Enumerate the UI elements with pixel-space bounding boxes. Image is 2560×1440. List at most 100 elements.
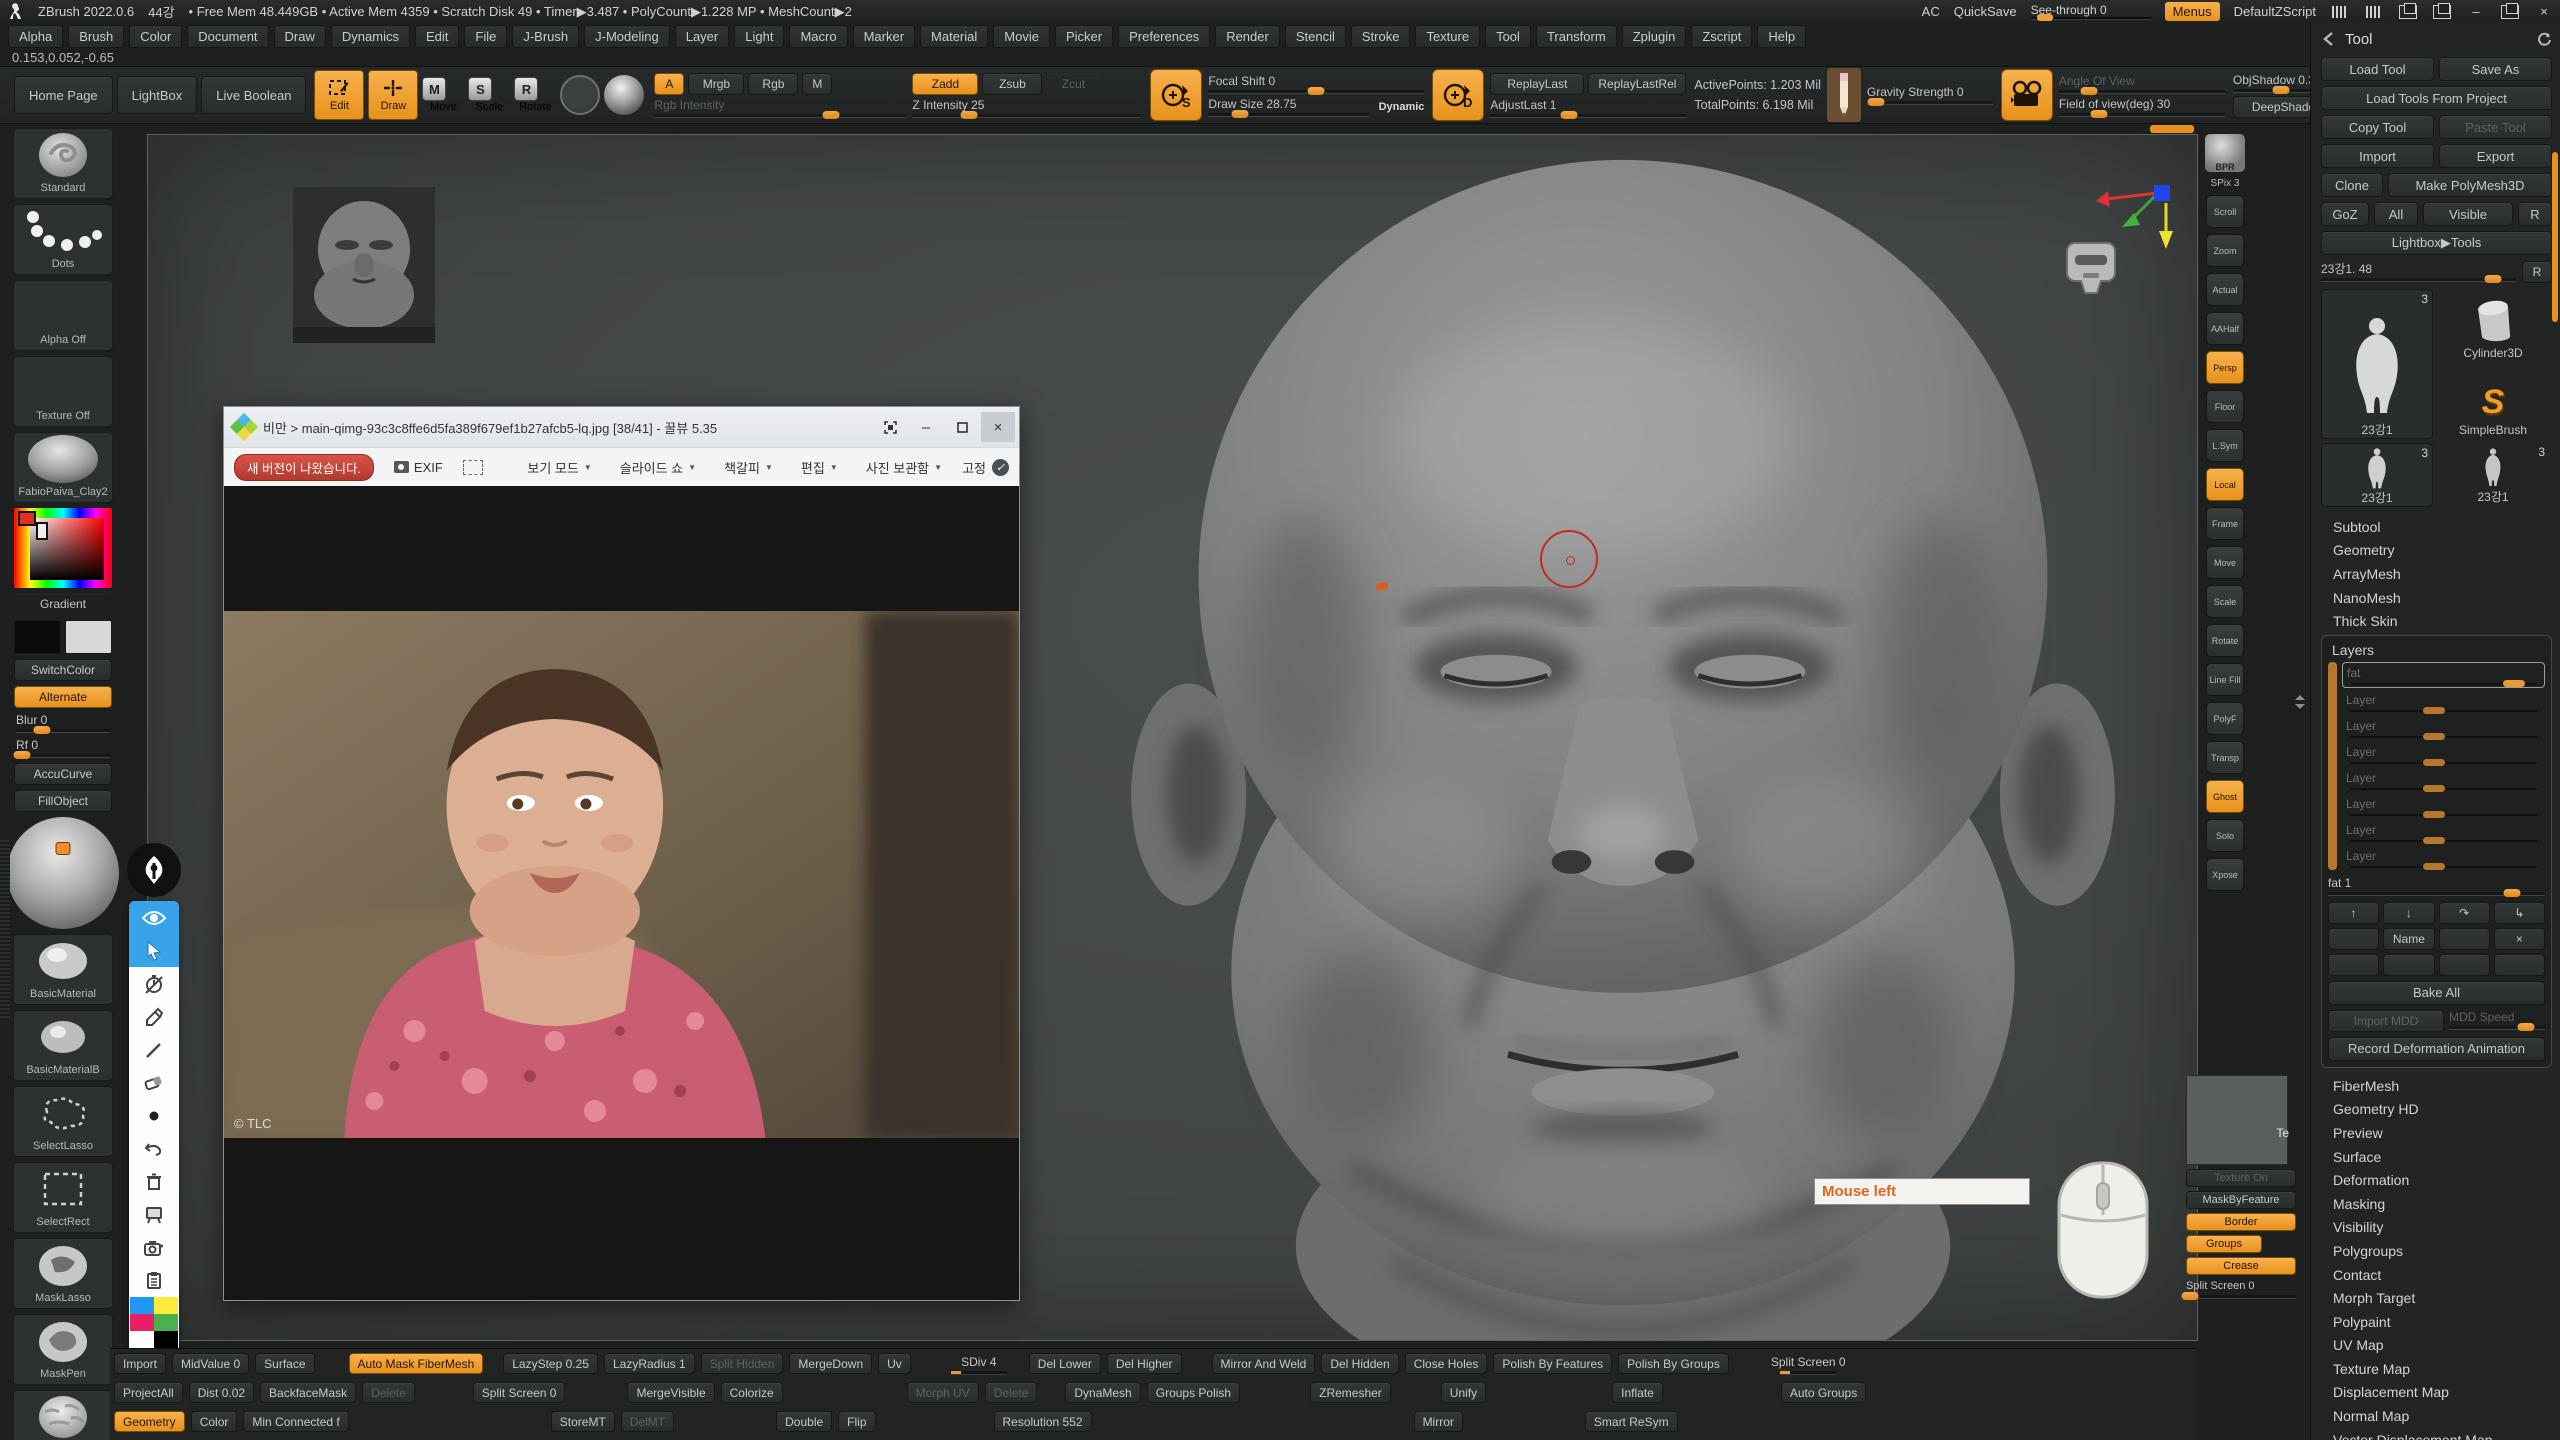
viewer-pin-toggle[interactable]: 고정 ✓ — [962, 458, 1009, 477]
viewer-image-area[interactable]: © TLC — [224, 486, 1019, 1300]
tool-section-header[interactable]: ArrayMesh — [2321, 562, 2552, 586]
current-alpha-thumb[interactable]: Alpha Off — [13, 280, 113, 351]
right-shelf-button[interactable]: Xpose — [2206, 858, 2244, 891]
right-shelf-button[interactable]: Rotate — [2206, 624, 2244, 657]
record-deformation-button[interactable]: Record Deformation Animation — [2328, 1037, 2545, 1061]
tool-section-header[interactable]: Texture Map — [2321, 1357, 2552, 1381]
tray-button[interactable]: ZRemesher — [1310, 1382, 1391, 1403]
viewer-menu-item[interactable]: 슬라이드 쇼 ▼ — [614, 457, 702, 478]
tool-section-header[interactable]: Geometry — [2321, 539, 2552, 563]
tool-section-header[interactable]: Preview — [2321, 1121, 2552, 1145]
edit-mode-button[interactable]: Edit — [314, 70, 364, 120]
tray-button[interactable]: Morph UV — [907, 1382, 979, 1403]
copy-tool-button[interactable]: Copy Tool — [2321, 115, 2434, 139]
fillobject-button[interactable]: FillObject — [14, 790, 112, 812]
tray-button[interactable]: Mirror — [1414, 1411, 1463, 1432]
highlighter-icon[interactable] — [129, 1000, 179, 1033]
menu-item[interactable]: Help — [1757, 25, 1806, 48]
menu-item[interactable]: Picker — [1055, 25, 1113, 48]
layer-invert-button[interactable] — [2439, 954, 2490, 976]
menu-item[interactable]: Texture — [1415, 25, 1480, 48]
tool-section-header[interactable]: Displacement Map — [2321, 1381, 2552, 1405]
menus-button[interactable]: Menus — [2165, 2, 2220, 21]
tray-button[interactable]: DynaMesh — [1065, 1382, 1140, 1403]
menu-item[interactable]: Light — [734, 25, 784, 48]
rgb-intensity-slider[interactable]: Rgb Intensity — [654, 98, 906, 118]
tablet-pen-icon[interactable] — [1827, 68, 1861, 122]
select-lasso-thumb[interactable]: SelectLasso — [13, 1086, 113, 1157]
bpr-render-button[interactable]: BPR — [2205, 134, 2245, 172]
menu-item[interactable]: Zplugin — [1622, 25, 1687, 48]
viewer-fullscreen-icon[interactable] — [873, 412, 907, 442]
mdd-speed-slider[interactable]: MDD Speed — [2449, 1010, 2545, 1032]
right-shelf-button[interactable]: Frame — [2206, 507, 2244, 540]
tool-section-header[interactable]: Normal Map — [2321, 1404, 2552, 1428]
document-canvas[interactable]: 비만 > main-qimg-93c3c8ffe6d5fa389f679ef1b… — [147, 134, 2198, 1341]
tray-button[interactable]: Smart ReSym — [1585, 1411, 1678, 1432]
timer-off-icon[interactable] — [129, 967, 179, 1000]
layer-row[interactable]: fat — [2342, 662, 2545, 688]
angle-of-view-slider[interactable]: Angle Of View — [2059, 74, 2225, 94]
menu-item[interactable]: Draw — [274, 25, 326, 48]
right-shelf-button[interactable]: L.Sym — [2206, 429, 2244, 462]
menu-item[interactable]: Brush — [68, 25, 124, 48]
clipboard-icon[interactable] — [129, 1264, 179, 1297]
viewer-menu-item[interactable]: 편집 ▼ — [795, 457, 844, 478]
goz-r-button[interactable]: R — [2518, 202, 2552, 226]
panels-icon[interactable] — [2398, 5, 2418, 19]
texture-swatch-panel[interactable]: Te — [2186, 1075, 2288, 1165]
zsub-button[interactable]: Zsub — [982, 73, 1042, 95]
goz-all-button[interactable]: All — [2374, 202, 2418, 226]
polypaint-ball-icon[interactable] — [560, 75, 600, 115]
menu-item[interactable]: Marker — [853, 25, 915, 48]
import-tool-button[interactable]: Import — [2321, 144, 2434, 168]
tray-button[interactable]: Double — [776, 1411, 832, 1432]
menu-item[interactable]: Material — [920, 25, 988, 48]
tool-section-header[interactable]: Polypaint — [2321, 1310, 2552, 1334]
menu-item[interactable]: Dynamics — [331, 25, 410, 48]
layer-branch-button[interactable]: ↳ — [2494, 902, 2545, 924]
menu-item[interactable]: Render — [1215, 25, 1280, 48]
select-rect-thumb[interactable]: SelectRect — [13, 1162, 113, 1233]
recent-tool-thumb[interactable]: 3 23강1 — [2321, 443, 2433, 507]
right-shelf-button[interactable]: Actual — [2206, 273, 2244, 306]
camview-widget[interactable] — [2053, 231, 2129, 307]
m-button[interactable]: M — [802, 73, 832, 95]
draw-indicator-icon[interactable]: D — [1432, 69, 1484, 121]
tool-section-header[interactable]: Masking — [2321, 1192, 2552, 1216]
layer-row[interactable]: Layer — [2342, 690, 2545, 714]
tray-button[interactable]: MergeDown — [789, 1353, 872, 1374]
layer-redo-button[interactable]: ↷ — [2439, 902, 2490, 924]
mrgb-button[interactable]: Mrgb — [688, 73, 744, 95]
rgb-button[interactable]: Rgb — [748, 73, 798, 95]
layers-header[interactable]: Layers — [2328, 640, 2545, 662]
border-button[interactable]: Border — [2186, 1213, 2296, 1231]
viewer-menu-item[interactable]: 사진 보관함 ▼ — [860, 457, 948, 478]
menu-item[interactable]: Edit — [415, 25, 459, 48]
tray-button[interactable]: Colorize — [721, 1382, 783, 1403]
tray-button[interactable]: BackfaceMask — [260, 1382, 356, 1403]
material-ball-icon[interactable] — [604, 75, 644, 115]
color-palette-icon[interactable] — [130, 1297, 178, 1348]
viewer-menu-item[interactable]: 책갈피 ▼ — [718, 457, 779, 478]
minimize-button[interactable]: – — [2466, 5, 2486, 19]
layer-new-button[interactable] — [2328, 928, 2379, 950]
show-hide-eye-icon[interactable] — [129, 901, 179, 934]
menu-item[interactable]: J-Brush — [512, 25, 579, 48]
menu-item[interactable]: Stroke — [1351, 25, 1411, 48]
tool-section-header[interactable]: Visibility — [2321, 1216, 2552, 1240]
quicksave-button[interactable]: QuickSave — [1954, 4, 2017, 19]
tray-button[interactable]: StoreMT — [551, 1411, 615, 1432]
layer-row[interactable]: Layer — [2342, 820, 2545, 844]
tray-button[interactable]: Import — [114, 1353, 166, 1374]
tool-section-header[interactable]: Polygroups — [2321, 1239, 2552, 1263]
tray-button[interactable]: Color — [191, 1411, 238, 1432]
see-through-slider[interactable]: See-through 0 — [2031, 3, 2151, 20]
basic-material-b-thumb[interactable]: BasicMaterialB — [13, 1010, 113, 1081]
layer-row[interactable]: Layer — [2342, 768, 2545, 792]
tool-item-slider[interactable]: 23강1. 48 — [2321, 262, 2516, 282]
gravity-strength-slider[interactable]: Gravity Strength 0 — [1867, 85, 1993, 105]
right-shelf-button[interactable]: Persp — [2206, 351, 2244, 384]
goz-visible-button[interactable]: Visible — [2423, 202, 2513, 226]
menu-item[interactable]: Movie — [993, 25, 1050, 48]
